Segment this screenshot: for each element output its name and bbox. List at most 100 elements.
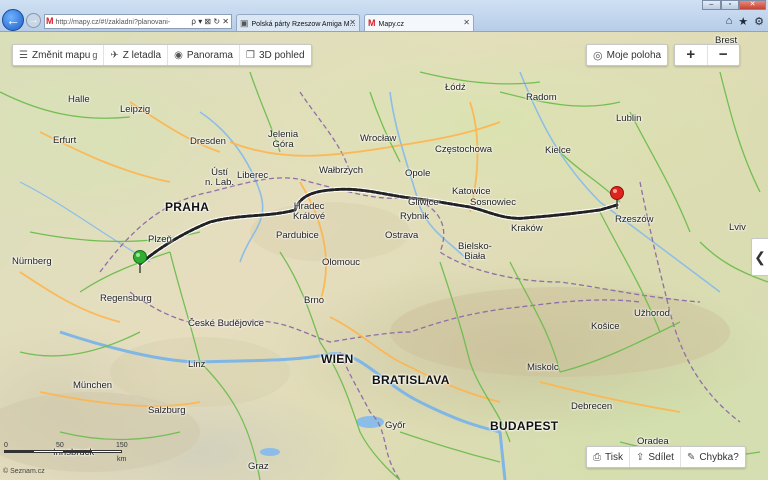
scale-bar bbox=[4, 450, 122, 453]
from-plane-label: Z letadla bbox=[122, 49, 162, 61]
city-label[interactable]: Liberec bbox=[237, 171, 268, 181]
gear-icon[interactable]: ⚙ bbox=[754, 15, 764, 28]
from-plane-button[interactable]: ✈ Z letadla bbox=[104, 45, 169, 65]
browser-toolbar-icons: ⌂ ★ ⚙ bbox=[726, 15, 764, 28]
chevron-left-icon: ❮ bbox=[754, 249, 766, 265]
city-label[interactable]: Lublin bbox=[616, 114, 641, 124]
map-canvas[interactable]: PRAHA WIEN BRATISLAVA BUDAPEST Halle Lei… bbox=[0, 32, 768, 480]
3d-view-button[interactable]: ❒ 3D pohled bbox=[240, 45, 311, 65]
expand-panel-button[interactable]: ❮ bbox=[751, 238, 768, 276]
copyright[interactable]: © Seznam.cz bbox=[3, 468, 45, 475]
city-label[interactable]: Gliwice bbox=[408, 198, 439, 208]
zoom-in-button[interactable]: + bbox=[675, 45, 708, 65]
eye-icon: ◉ bbox=[174, 49, 183, 61]
city-label[interactable]: Kraków bbox=[511, 224, 543, 234]
arrow-right-icon: → bbox=[28, 15, 39, 26]
forward-button[interactable]: → bbox=[26, 13, 41, 28]
city-label[interactable]: WIEN bbox=[321, 353, 354, 365]
end-pin-icon[interactable] bbox=[609, 186, 625, 210]
city-label[interactable]: Lviv bbox=[729, 223, 746, 233]
city-label[interactable]: České Budějovice bbox=[188, 319, 264, 329]
city-label[interactable]: Halle bbox=[68, 95, 90, 105]
close-window-button[interactable]: ✕ bbox=[739, 0, 767, 10]
map-toolbar: ☰ Změnit mapu ɡ ✈ Z letadla ◉ Panorama ❒… bbox=[12, 44, 312, 66]
city-label[interactable]: Częstochowa bbox=[435, 145, 492, 155]
city-label[interactable]: Pardubice bbox=[276, 231, 319, 241]
maximize-button[interactable]: ▫ bbox=[720, 0, 740, 10]
city-label[interactable]: Radom bbox=[526, 93, 557, 103]
chevron-down-icon: ɡ bbox=[92, 50, 98, 60]
city-label[interactable]: Užhorod bbox=[634, 309, 670, 319]
bottom-toolbar: ⎙ Tisk ⇪ Sdílet ✎ Chybka? bbox=[586, 446, 746, 468]
city-label[interactable]: München bbox=[73, 381, 112, 391]
browser-chrome: ← → Mhttp://mapy.cz/#!/zakladni?planovan… bbox=[0, 0, 768, 32]
city-label[interactable]: Łódź bbox=[445, 83, 466, 93]
city-label[interactable]: BUDAPEST bbox=[490, 420, 558, 432]
city-label[interactable]: Győr bbox=[385, 421, 406, 431]
change-map-button[interactable]: ☰ Změnit mapu ɡ bbox=[13, 45, 105, 65]
share-icon: ⇪ bbox=[635, 451, 645, 463]
city-label[interactable]: Linz bbox=[188, 360, 205, 370]
city-label[interactable]: Ústí n. Lab. bbox=[205, 168, 234, 188]
address-tools[interactable]: ρ ▾ ⊠ ↻ ✕ bbox=[189, 15, 229, 28]
scale-unit: km bbox=[117, 456, 127, 463]
arrow-left-icon: ← bbox=[6, 12, 20, 28]
zoom-out-button[interactable]: − bbox=[708, 45, 740, 65]
city-label[interactable]: Ostrava bbox=[385, 231, 418, 241]
city-label[interactable]: Miskolc bbox=[527, 363, 559, 373]
city-label[interactable]: Olomouc bbox=[322, 258, 360, 268]
city-label[interactable]: Debrecen bbox=[571, 402, 612, 412]
city-label[interactable]: Wałbrzych bbox=[319, 166, 363, 176]
tab-polska-party[interactable]: ▣ Polská párty Rzeszow Amiga M... ✕ bbox=[236, 14, 360, 31]
home-icon[interactable]: ⌂ bbox=[726, 15, 733, 28]
back-button[interactable]: ← bbox=[2, 9, 24, 31]
share-label: Sdílet bbox=[648, 451, 674, 463]
city-label[interactable]: Bielsko- Biała bbox=[458, 242, 492, 262]
city-label[interactable]: Plzeň bbox=[148, 235, 172, 245]
city-label[interactable]: BRATISLAVA bbox=[372, 374, 450, 386]
city-label[interactable]: Wrocław bbox=[360, 134, 396, 144]
city-label[interactable]: Katowice bbox=[452, 187, 491, 197]
city-label[interactable]: Salzburg bbox=[148, 406, 186, 416]
address-bar[interactable]: Mhttp://mapy.cz/#!/zakladni?planovani- ρ… bbox=[44, 14, 232, 29]
my-location-button[interactable]: ◎ Moje poloha bbox=[586, 44, 669, 66]
city-label[interactable]: Opole bbox=[405, 169, 430, 179]
city-label[interactable]: Rzeszów bbox=[615, 215, 654, 225]
report-error-label: Chybka? bbox=[699, 451, 739, 463]
city-label[interactable]: PRAHA bbox=[165, 201, 209, 213]
city-label[interactable]: Hradec Králové bbox=[293, 202, 325, 222]
city-label[interactable]: Brno bbox=[304, 296, 324, 306]
star-icon[interactable]: ★ bbox=[738, 15, 748, 28]
window-controls: – ▫ ✕ bbox=[702, 0, 767, 10]
location-target-icon: ◎ bbox=[593, 49, 603, 62]
city-label[interactable]: Rybnik bbox=[400, 212, 429, 222]
printer-icon: ⎙ bbox=[593, 451, 601, 463]
city-label[interactable]: Regensburg bbox=[100, 294, 152, 304]
city-label[interactable]: Dresden bbox=[190, 137, 226, 147]
scale-label: 150 bbox=[116, 442, 128, 449]
pencil-icon: ✎ bbox=[686, 451, 696, 463]
tab-label: Polská párty Rzeszow Amiga M... bbox=[251, 21, 356, 28]
city-label[interactable]: Nürnberg bbox=[12, 257, 52, 267]
scale-label: 50 bbox=[56, 442, 64, 449]
start-pin-icon[interactable] bbox=[132, 250, 148, 274]
city-label[interactable]: Jelenia Góra bbox=[268, 130, 298, 150]
city-label[interactable]: Erfurt bbox=[53, 136, 76, 146]
minimize-button[interactable]: – bbox=[702, 0, 721, 10]
address-text: http://mapy.cz/#!/zakladni?planovani- bbox=[55, 19, 171, 26]
city-label[interactable]: Graz bbox=[248, 462, 269, 472]
print-button[interactable]: ⎙ Tisk bbox=[587, 447, 630, 467]
map-graphics bbox=[0, 71, 768, 480]
city-label[interactable]: Košice bbox=[591, 322, 620, 332]
tab-close-icon[interactable]: ✕ bbox=[349, 15, 356, 31]
report-error-button[interactable]: ✎ Chybka? bbox=[681, 447, 745, 467]
tab-mapy[interactable]: M Mapy.cz ✕ bbox=[364, 14, 474, 31]
city-label[interactable]: Leipzig bbox=[120, 105, 150, 115]
city-label[interactable]: Kielce bbox=[545, 146, 571, 156]
tab-close-icon[interactable]: ✕ bbox=[463, 15, 470, 31]
share-button[interactable]: ⇪ Sdílet bbox=[630, 447, 681, 467]
panorama-button[interactable]: ◉ Panorama bbox=[168, 45, 240, 65]
city-label[interactable]: Sosnowiec bbox=[470, 198, 516, 208]
tab-label: Mapy.cz bbox=[378, 21, 405, 28]
my-location-label: Moje poloha bbox=[606, 49, 662, 61]
